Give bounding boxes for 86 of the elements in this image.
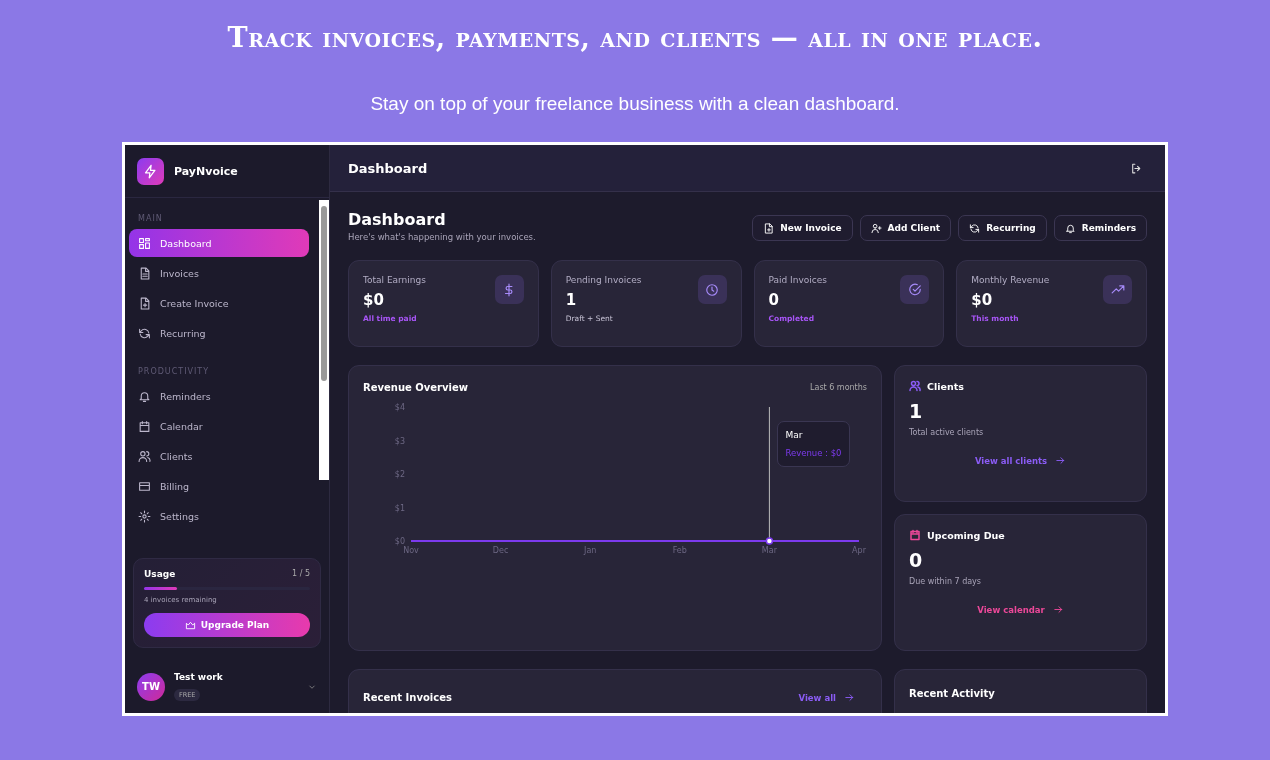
dollar-icon	[494, 275, 524, 304]
card-title: Recent Invoices	[363, 692, 452, 703]
x-tick-label: Apr	[852, 546, 866, 555]
x-tick-label: Dec	[492, 546, 509, 555]
card-title: Recent Activity	[909, 688, 995, 699]
brand-name: PayNvoice	[174, 164, 238, 178]
user-name: Test work	[174, 672, 224, 682]
usage-count: 1 / 5	[292, 569, 310, 579]
card-link[interactable]: View all clients	[909, 455, 1132, 466]
chart-title: Revenue Overview	[363, 382, 468, 393]
arrow-right-icon	[1055, 455, 1067, 466]
headline: Track invoices, payments, and clients — all in one place.	[226, 21, 1044, 53]
x-tick-label: Feb	[672, 546, 687, 555]
y-tick-label: $2	[394, 470, 405, 479]
nav-item[interactable]: Settings	[129, 502, 309, 530]
stat-title: Monthly Revenue	[971, 275, 1050, 285]
settings-icon	[138, 509, 151, 523]
refresh-icon	[969, 222, 981, 234]
nav-item[interactable]: Recurring	[129, 319, 309, 347]
card-title: Clients	[927, 380, 964, 392]
stat-title: Pending Invoices	[565, 275, 642, 285]
page-title: Dashboard	[348, 210, 447, 229]
stat-value: 1	[565, 291, 578, 309]
y-tick-label: $4	[394, 403, 405, 412]
section-label: MAIN	[137, 213, 164, 225]
page-subtitle: Here's what's happening with your invoices.	[348, 232, 536, 242]
document-icon	[138, 266, 151, 280]
topbar-title: Dashboard	[348, 160, 428, 176]
card-note: Due within 7 days	[909, 577, 983, 586]
users-icon	[909, 380, 921, 392]
stat-title: Total Earnings	[363, 275, 426, 285]
users-icon	[138, 449, 151, 463]
action-button[interactable]: Recurring	[958, 215, 1047, 241]
view-all-link[interactable]: View all	[798, 692, 855, 703]
arrow-right-icon	[1052, 604, 1064, 615]
document-plus-icon	[763, 222, 775, 234]
card-value: 1	[909, 400, 924, 422]
calendar-icon	[909, 529, 921, 541]
nav-item[interactable]: Clients	[129, 442, 309, 470]
nav-item[interactable]: Billing	[129, 472, 309, 500]
nav-item[interactable]: Calendar	[129, 412, 309, 440]
y-tick-label: $0	[394, 537, 405, 546]
nav-item[interactable]: Reminders	[129, 382, 309, 410]
x-tick-label: Mar	[761, 546, 777, 555]
subheadline: Stay on top of your freelance business with a clean dashboard.	[369, 93, 901, 115]
user-avatar: TW	[137, 672, 165, 701]
upgrade-button[interactable]: Upgrade Plan	[144, 613, 310, 637]
scrollbar[interactable]	[319, 200, 329, 480]
bolt-logo-icon	[137, 157, 164, 185]
trend-up-icon	[1103, 275, 1132, 304]
stat-title: Paid Invoices	[768, 275, 827, 285]
calendar-icon	[138, 419, 151, 433]
tooltip-title: Mar	[785, 430, 804, 440]
usage-title: Usage	[144, 569, 176, 579]
bell-icon	[138, 389, 151, 403]
stat-value: $0	[971, 291, 994, 309]
action-button[interactable]: Reminders	[1053, 215, 1147, 241]
grid-icon	[138, 236, 151, 250]
user-plus-icon	[870, 222, 882, 234]
refresh-icon	[138, 326, 151, 340]
nav-item[interactable]: Create Invoice	[129, 289, 309, 317]
nav-item[interactable]: Dashboard	[129, 229, 309, 257]
crown-icon	[184, 619, 196, 631]
y-tick-label: $3	[394, 436, 405, 446]
clock-icon	[697, 275, 727, 304]
card-title: Upcoming Due	[927, 529, 1005, 541]
arrow-right-icon	[844, 692, 855, 703]
tooltip-value: Revenue : $0	[785, 448, 842, 458]
bell-icon	[1064, 222, 1076, 234]
card-icon	[138, 479, 151, 493]
document-plus-icon	[138, 296, 151, 310]
card-value: 0	[909, 549, 924, 571]
card-link[interactable]: View calendar	[909, 604, 1132, 615]
card-note: Total active clients	[909, 428, 985, 437]
data-point	[765, 537, 774, 545]
y-tick-label: $1	[394, 503, 405, 513]
action-button[interactable]: New Invoice	[752, 215, 853, 241]
stat-value: $0	[363, 291, 385, 309]
chart-range: Last 6 months	[810, 383, 867, 392]
action-button[interactable]: Add Client	[859, 215, 952, 241]
x-tick-label: Nov	[403, 546, 419, 555]
section-label: PRODUCTIVITY	[137, 366, 211, 378]
nav-item[interactable]: Invoices	[129, 259, 309, 287]
stat-value: 0	[768, 291, 780, 309]
logout-icon[interactable]	[1130, 161, 1143, 175]
x-tick-label: Jan	[584, 546, 597, 555]
